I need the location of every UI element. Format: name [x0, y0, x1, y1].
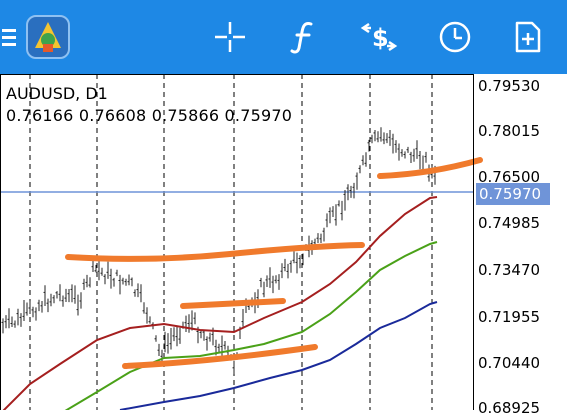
y-tick: 0.79530: [478, 77, 541, 95]
top-toolbar: $: [0, 0, 567, 74]
crosshair-icon[interactable]: [208, 0, 252, 74]
new-order-icon[interactable]: [508, 0, 548, 74]
svg-text:$: $: [372, 24, 389, 52]
y-tick: 0.71955: [478, 308, 541, 326]
y-tick: 0.70440: [478, 354, 541, 372]
y-tick: 0.68925: [478, 399, 541, 417]
trade-icon[interactable]: $: [355, 0, 403, 74]
y-tick: 0.78015: [478, 122, 541, 140]
ohlc-values: 0.76166 0.76608 0.75866 0.75970: [6, 106, 293, 125]
app-logo[interactable]: [22, 0, 74, 74]
y-tick: 0.74985: [478, 214, 541, 232]
indicators-icon[interactable]: [284, 0, 324, 74]
current-price-tag: 0.75970: [476, 183, 550, 205]
symbol-label: AUDUSD, D1: [6, 84, 108, 103]
timeframe-clock-icon[interactable]: [433, 0, 477, 74]
menu-icon[interactable]: [0, 0, 18, 74]
y-tick: 0.73470: [478, 261, 541, 279]
